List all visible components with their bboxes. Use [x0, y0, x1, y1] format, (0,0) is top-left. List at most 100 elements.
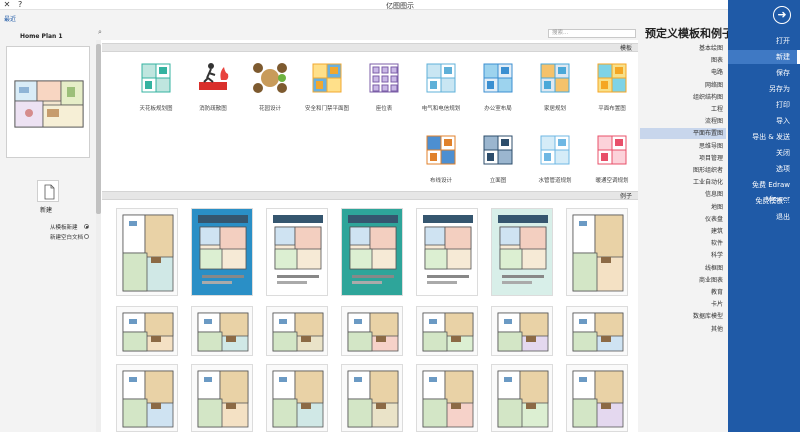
template-tile-home[interactable]: 家居规划 — [527, 58, 583, 128]
search-input[interactable]: 搜索... — [548, 29, 636, 38]
category-item-4[interactable]: 组织结构图 — [640, 92, 726, 103]
recent-link[interactable]: 最近 — [4, 14, 16, 23]
example-thumbnail[interactable] — [416, 208, 478, 296]
category-item-9[interactable]: 项目管理 — [640, 153, 726, 164]
template-tile-electric[interactable]: 电气和电信规划 — [413, 58, 469, 128]
template-label: 座位表 — [375, 106, 393, 112]
example-thumbnail[interactable] — [566, 208, 628, 296]
template-tile-plumb[interactable]: 水管管道规划 — [527, 130, 583, 200]
sidebar-item-5[interactable]: 导入 — [728, 114, 800, 128]
template-tile-seat[interactable]: 座位表 — [356, 58, 412, 128]
category-item-16[interactable]: 软件 — [640, 238, 726, 249]
floor-plan-example-icon — [422, 370, 474, 428]
category-item-2[interactable]: 电路 — [640, 67, 726, 78]
template-tile-exit[interactable]: 消防疏散图 — [185, 58, 241, 128]
example-thumbnail[interactable] — [566, 364, 628, 432]
category-item-19[interactable]: 商业图表 — [640, 275, 726, 286]
floor-plan-example-icon — [572, 214, 624, 292]
template-tile-office[interactable]: 办公室布局 — [470, 58, 526, 128]
category-item-20[interactable]: 教育 — [640, 287, 726, 298]
example-thumbnail[interactable] — [491, 364, 553, 432]
floor-plan-example-icon — [572, 370, 624, 428]
category-item-0[interactable]: 基本绘图 — [640, 43, 726, 54]
sidebar-item-6[interactable]: 导出 & 发送 — [728, 130, 800, 144]
template-label: 水管管道规划 — [538, 178, 572, 184]
floor-plan-example-icon — [197, 370, 249, 428]
template-label: 安全和门禁平面图 — [304, 106, 349, 112]
example-thumbnail[interactable] — [266, 306, 328, 356]
category-item-22[interactable]: 数据库模型 — [640, 311, 726, 322]
help-icon[interactable]: ? — [18, 0, 28, 10]
floor-plan-example-icon — [497, 312, 549, 352]
template-label: 布线设计 — [429, 178, 452, 184]
category-item-5[interactable]: 工程 — [640, 104, 726, 115]
template-tile-security[interactable]: 安全和门禁平面图 — [299, 58, 355, 128]
floor-plan-example-icon — [347, 370, 399, 428]
category-item-15[interactable]: 建筑 — [640, 226, 726, 237]
title-bar: 亿图图示 ✕ ? — [0, 0, 800, 10]
sidebar-item-10[interactable]: 免费模板... — [728, 194, 800, 208]
example-thumbnail[interactable] — [191, 306, 253, 356]
new-document-button[interactable] — [37, 180, 59, 202]
back-arrow-icon[interactable]: ➜ — [773, 6, 791, 24]
sidebar-item-1[interactable]: 新建 — [728, 50, 800, 64]
category-item-12[interactable]: 信息图 — [640, 189, 726, 200]
example-thumbnail[interactable] — [416, 364, 478, 432]
template-tile-ceiling[interactable]: 天花板规划图 — [128, 58, 184, 128]
sidebar-item-0[interactable]: 打开 — [728, 34, 800, 48]
scrollbar-thumb[interactable] — [96, 44, 101, 214]
radio-blank-document[interactable] — [84, 234, 89, 239]
sidebar-item-label: 另存为 — [769, 85, 790, 93]
category-item-23[interactable]: 其他 — [640, 324, 726, 335]
example-thumbnail[interactable] — [116, 208, 178, 296]
sidebar-item-8[interactable]: 选项 — [728, 162, 800, 176]
example-thumbnail[interactable] — [416, 306, 478, 356]
example-thumbnail[interactable] — [341, 306, 403, 356]
sidebar-item-9[interactable]: 免费 Edraw Viewer — [728, 178, 800, 203]
category-item-17[interactable]: 科学 — [640, 250, 726, 261]
example-thumbnail[interactable] — [491, 208, 553, 296]
category-item-3[interactable]: 网络图 — [640, 80, 726, 91]
category-item-21[interactable]: 卡片 — [640, 299, 726, 310]
example-thumbnail[interactable] — [191, 364, 253, 432]
category-item-6[interactable]: 流程图 — [640, 116, 726, 127]
example-thumbnail[interactable] — [266, 208, 328, 296]
sidebar-item-11[interactable]: 退出 — [728, 210, 800, 224]
search-icon[interactable]: ⌕ — [98, 28, 102, 37]
sidebar-item-label: 新建 — [776, 53, 790, 61]
radio-from-template[interactable] — [84, 224, 89, 229]
template-tile-garden[interactable]: 花园设计 — [242, 58, 298, 128]
example-thumbnail[interactable] — [191, 208, 253, 296]
example-thumbnail[interactable] — [566, 306, 628, 356]
close-icon[interactable]: ✕ — [2, 0, 12, 10]
floor-plan-example-icon — [122, 370, 174, 428]
category-item-14[interactable]: 仪表盘 — [640, 214, 726, 225]
category-item-7[interactable]: 平面布置图 — [640, 128, 726, 140]
category-item-18[interactable]: 线框图 — [640, 263, 726, 274]
example-thumbnail[interactable] — [266, 364, 328, 432]
category-item-8[interactable]: 思维导图 — [640, 141, 726, 152]
example-thumbnail[interactable] — [341, 364, 403, 432]
floor-plan-example-icon — [272, 370, 324, 428]
sidebar-item-3[interactable]: 另存为 — [728, 82, 800, 96]
template-tile-floor[interactable]: 平面布置图 — [584, 58, 640, 128]
template-label: 暖通空调规划 — [595, 178, 629, 184]
category-item-1[interactable]: 图表 — [640, 55, 726, 66]
template-tile-wire[interactable]: 布线设计 — [413, 130, 469, 200]
example-thumbnail[interactable] — [116, 364, 178, 432]
example-thumbnail[interactable] — [491, 306, 553, 356]
sidebar-item-label: 退出 — [776, 213, 790, 221]
blank-document-icon — [44, 184, 55, 200]
category-item-10[interactable]: 图形组织者 — [640, 165, 726, 176]
example-thumbnail[interactable] — [341, 208, 403, 296]
template-label: 立面图 — [489, 178, 507, 184]
template-label: 花园设计 — [258, 106, 281, 112]
example-thumbnail[interactable] — [116, 306, 178, 356]
template-tile-hvac[interactable]: 暖通空调规划 — [584, 130, 640, 200]
category-item-13[interactable]: 地图 — [640, 202, 726, 213]
category-item-11[interactable]: 工业自动化 — [640, 177, 726, 188]
sidebar-item-7[interactable]: 关闭 — [728, 146, 800, 160]
sidebar-item-2[interactable]: 保存 — [728, 66, 800, 80]
template-tile-elev[interactable]: 立面图 — [470, 130, 526, 200]
sidebar-item-4[interactable]: 打印 — [728, 98, 800, 112]
